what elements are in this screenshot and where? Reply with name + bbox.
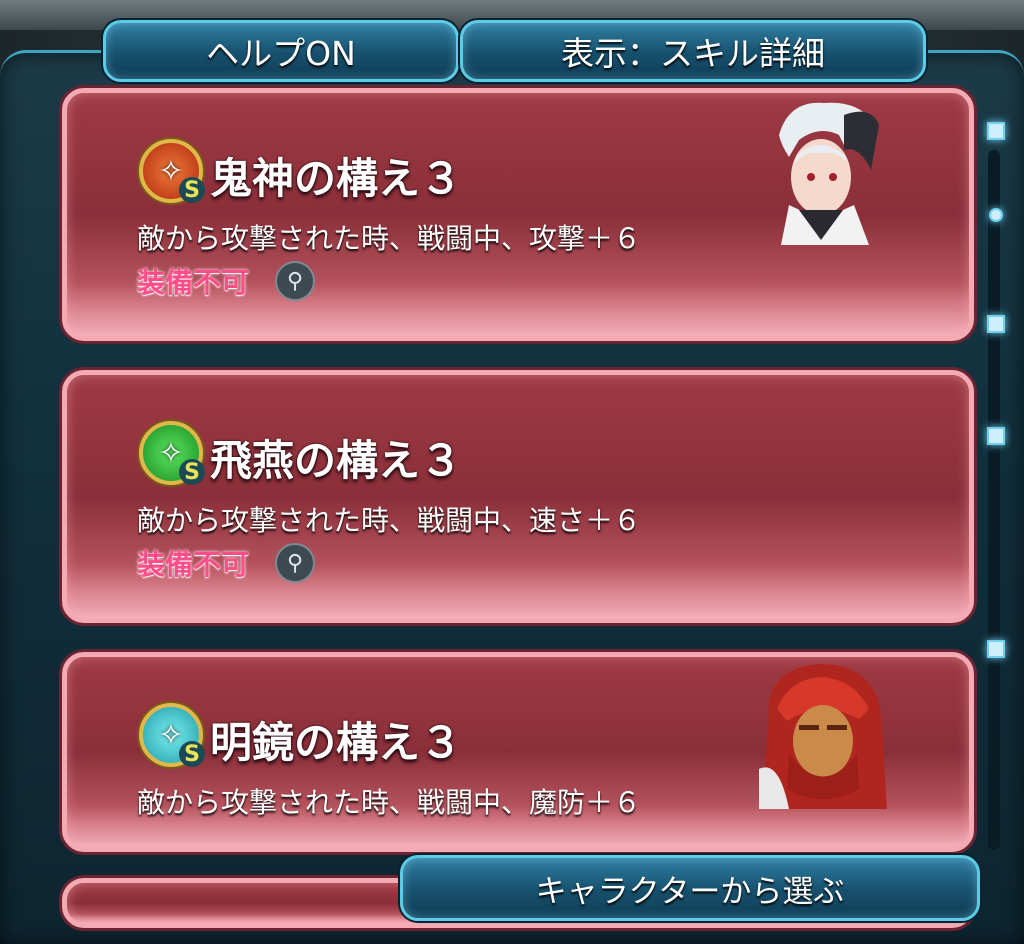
skill-card[interactable]: ✧ S 明鏡の構え３ 敵から攻撃された時、戦闘中、魔防＋６ [62, 652, 974, 852]
scroll-thumb[interactable] [989, 208, 1003, 222]
s-slot-badge: S [179, 177, 205, 203]
display-mode-button[interactable]: 表示：スキル詳細 [460, 20, 926, 82]
help-on-button[interactable]: ヘルプON [103, 20, 459, 82]
skill-card[interactable]: ✧ S 鬼神の構え３ 敵から攻撃された時、戦闘中、攻撃＋６ 装備不可 ⚲ [62, 88, 974, 341]
equip-status: 装備不可 [137, 548, 250, 581]
s-slot-badge: S [179, 741, 205, 767]
character-portrait [759, 664, 887, 809]
skill-title: 明鏡の構え３ [210, 718, 463, 767]
scroll-marker [987, 122, 1005, 140]
skill-card[interactable]: ✧ S 飛燕の構え３ 敵から攻撃された時、戦闘中、速さ＋６ 装備不可 ⚲ [62, 370, 974, 623]
equip-status: 装備不可 [137, 266, 250, 299]
scroll-marker [987, 315, 1005, 333]
skill-description: 敵から攻撃された時、戦闘中、魔防＋６ [137, 786, 642, 819]
skill-description: 敵から攻撃された時、戦闘中、速さ＋６ [137, 504, 642, 537]
skill-description: 敵から攻撃された時、戦闘中、攻撃＋６ [137, 222, 642, 255]
staff-weapon-icon: ⚲ [275, 543, 315, 583]
skill-title: 飛燕の構え３ [210, 436, 463, 485]
skill-title: 鬼神の構え３ [210, 154, 463, 203]
staff-weapon-icon: ⚲ [275, 261, 315, 301]
scroll-marker [987, 427, 1005, 445]
scrollbar-track[interactable] [988, 150, 1000, 850]
select-from-character-button[interactable]: キャラクターから選ぶ [400, 855, 980, 921]
scroll-marker [987, 640, 1005, 658]
character-portrait [779, 102, 879, 245]
s-slot-badge: S [179, 459, 205, 485]
